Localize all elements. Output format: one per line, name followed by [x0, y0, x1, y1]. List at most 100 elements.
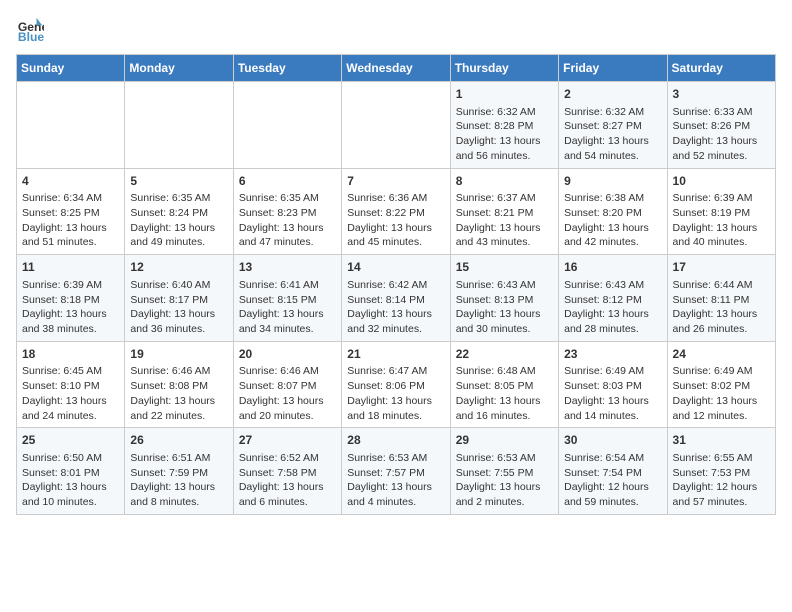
- day-info: Sunrise: 6:47 AM: [347, 364, 444, 379]
- day-info: Sunrise: 6:41 AM: [239, 278, 336, 293]
- day-info: Sunrise: 6:43 AM: [564, 278, 661, 293]
- week-row-2: 4Sunrise: 6:34 AMSunset: 8:25 PMDaylight…: [17, 168, 776, 255]
- day-number: 16: [564, 259, 661, 276]
- calendar-body: 1Sunrise: 6:32 AMSunset: 8:28 PMDaylight…: [17, 82, 776, 515]
- day-number: 18: [22, 346, 119, 363]
- calendar-cell: 11Sunrise: 6:39 AMSunset: 8:18 PMDayligh…: [17, 255, 125, 342]
- week-row-1: 1Sunrise: 6:32 AMSunset: 8:28 PMDaylight…: [17, 82, 776, 169]
- calendar-cell: 29Sunrise: 6:53 AMSunset: 7:55 PMDayligh…: [450, 428, 558, 515]
- day-info: Sunrise: 6:42 AM: [347, 278, 444, 293]
- calendar-cell: 6Sunrise: 6:35 AMSunset: 8:23 PMDaylight…: [233, 168, 341, 255]
- day-info: Sunset: 8:23 PM: [239, 206, 336, 221]
- day-number: 13: [239, 259, 336, 276]
- day-info: Sunset: 8:13 PM: [456, 293, 553, 308]
- calendar-cell: [233, 82, 341, 169]
- calendar-cell: 15Sunrise: 6:43 AMSunset: 8:13 PMDayligh…: [450, 255, 558, 342]
- calendar-cell: 17Sunrise: 6:44 AMSunset: 8:11 PMDayligh…: [667, 255, 775, 342]
- day-number: 9: [564, 173, 661, 190]
- day-info: Sunset: 8:15 PM: [239, 293, 336, 308]
- day-info: Daylight: 13 hours and 28 minutes.: [564, 307, 661, 336]
- day-number: 5: [130, 173, 227, 190]
- logo-icon: General Blue: [16, 16, 44, 44]
- day-info: Sunrise: 6:53 AM: [347, 451, 444, 466]
- weekday-header-thursday: Thursday: [450, 55, 558, 82]
- day-number: 14: [347, 259, 444, 276]
- day-number: 27: [239, 432, 336, 449]
- calendar-cell: [17, 82, 125, 169]
- day-info: Daylight: 13 hours and 8 minutes.: [130, 480, 227, 509]
- day-info: Sunrise: 6:49 AM: [564, 364, 661, 379]
- weekday-header-wednesday: Wednesday: [342, 55, 450, 82]
- calendar-cell: 13Sunrise: 6:41 AMSunset: 8:15 PMDayligh…: [233, 255, 341, 342]
- day-number: 6: [239, 173, 336, 190]
- calendar-cell: 7Sunrise: 6:36 AMSunset: 8:22 PMDaylight…: [342, 168, 450, 255]
- day-info: Sunset: 8:17 PM: [130, 293, 227, 308]
- day-info: Sunrise: 6:43 AM: [456, 278, 553, 293]
- day-info: Sunrise: 6:34 AM: [22, 191, 119, 206]
- day-info: Sunset: 7:53 PM: [673, 466, 770, 481]
- calendar-cell: 28Sunrise: 6:53 AMSunset: 7:57 PMDayligh…: [342, 428, 450, 515]
- day-info: Daylight: 13 hours and 20 minutes.: [239, 394, 336, 423]
- day-number: 28: [347, 432, 444, 449]
- svg-text:Blue: Blue: [18, 30, 44, 44]
- calendar-cell: 8Sunrise: 6:37 AMSunset: 8:21 PMDaylight…: [450, 168, 558, 255]
- day-info: Sunset: 8:20 PM: [564, 206, 661, 221]
- day-info: Daylight: 13 hours and 6 minutes.: [239, 480, 336, 509]
- day-info: Daylight: 13 hours and 10 minutes.: [22, 480, 119, 509]
- week-row-5: 25Sunrise: 6:50 AMSunset: 8:01 PMDayligh…: [17, 428, 776, 515]
- day-number: 21: [347, 346, 444, 363]
- day-info: Sunrise: 6:32 AM: [456, 105, 553, 120]
- day-info: Sunrise: 6:35 AM: [130, 191, 227, 206]
- day-info: Daylight: 12 hours and 57 minutes.: [673, 480, 770, 509]
- day-info: Daylight: 13 hours and 45 minutes.: [347, 221, 444, 250]
- day-info: Daylight: 13 hours and 42 minutes.: [564, 221, 661, 250]
- day-number: 31: [673, 432, 770, 449]
- weekday-header-friday: Friday: [559, 55, 667, 82]
- day-info: Sunset: 8:08 PM: [130, 379, 227, 394]
- day-info: Daylight: 13 hours and 16 minutes.: [456, 394, 553, 423]
- day-info: Sunset: 8:19 PM: [673, 206, 770, 221]
- day-info: Daylight: 13 hours and 47 minutes.: [239, 221, 336, 250]
- calendar-cell: 22Sunrise: 6:48 AMSunset: 8:05 PMDayligh…: [450, 341, 558, 428]
- day-info: Daylight: 13 hours and 14 minutes.: [564, 394, 661, 423]
- day-number: 1: [456, 86, 553, 103]
- day-number: 22: [456, 346, 553, 363]
- day-info: Sunrise: 6:38 AM: [564, 191, 661, 206]
- calendar-cell: 10Sunrise: 6:39 AMSunset: 8:19 PMDayligh…: [667, 168, 775, 255]
- calendar-cell: 2Sunrise: 6:32 AMSunset: 8:27 PMDaylight…: [559, 82, 667, 169]
- day-info: Sunrise: 6:46 AM: [130, 364, 227, 379]
- calendar-cell: 19Sunrise: 6:46 AMSunset: 8:08 PMDayligh…: [125, 341, 233, 428]
- calendar-cell: 21Sunrise: 6:47 AMSunset: 8:06 PMDayligh…: [342, 341, 450, 428]
- day-info: Sunset: 8:21 PM: [456, 206, 553, 221]
- day-info: Sunset: 7:57 PM: [347, 466, 444, 481]
- day-info: Sunrise: 6:54 AM: [564, 451, 661, 466]
- day-info: Sunrise: 6:50 AM: [22, 451, 119, 466]
- calendar-cell: 16Sunrise: 6:43 AMSunset: 8:12 PMDayligh…: [559, 255, 667, 342]
- day-number: 15: [456, 259, 553, 276]
- calendar-cell: 26Sunrise: 6:51 AMSunset: 7:59 PMDayligh…: [125, 428, 233, 515]
- day-number: 2: [564, 86, 661, 103]
- calendar-cell: 1Sunrise: 6:32 AMSunset: 8:28 PMDaylight…: [450, 82, 558, 169]
- day-info: Sunset: 8:27 PM: [564, 119, 661, 134]
- day-info: Sunrise: 6:37 AM: [456, 191, 553, 206]
- day-info: Sunset: 7:59 PM: [130, 466, 227, 481]
- calendar-cell: 24Sunrise: 6:49 AMSunset: 8:02 PMDayligh…: [667, 341, 775, 428]
- day-info: Sunrise: 6:35 AM: [239, 191, 336, 206]
- calendar-cell: 23Sunrise: 6:49 AMSunset: 8:03 PMDayligh…: [559, 341, 667, 428]
- day-info: Daylight: 13 hours and 12 minutes.: [673, 394, 770, 423]
- day-info: Daylight: 13 hours and 51 minutes.: [22, 221, 119, 250]
- day-number: 23: [564, 346, 661, 363]
- calendar-cell: 18Sunrise: 6:45 AMSunset: 8:10 PMDayligh…: [17, 341, 125, 428]
- day-info: Daylight: 13 hours and 18 minutes.: [347, 394, 444, 423]
- day-info: Daylight: 13 hours and 54 minutes.: [564, 134, 661, 163]
- day-number: 3: [673, 86, 770, 103]
- day-info: Sunset: 8:22 PM: [347, 206, 444, 221]
- day-info: Sunset: 7:58 PM: [239, 466, 336, 481]
- day-info: Daylight: 13 hours and 40 minutes.: [673, 221, 770, 250]
- calendar-table: SundayMondayTuesdayWednesdayThursdayFrid…: [16, 54, 776, 515]
- day-number: 24: [673, 346, 770, 363]
- day-info: Sunrise: 6:40 AM: [130, 278, 227, 293]
- day-info: Sunset: 8:06 PM: [347, 379, 444, 394]
- day-info: Sunrise: 6:44 AM: [673, 278, 770, 293]
- weekday-header-monday: Monday: [125, 55, 233, 82]
